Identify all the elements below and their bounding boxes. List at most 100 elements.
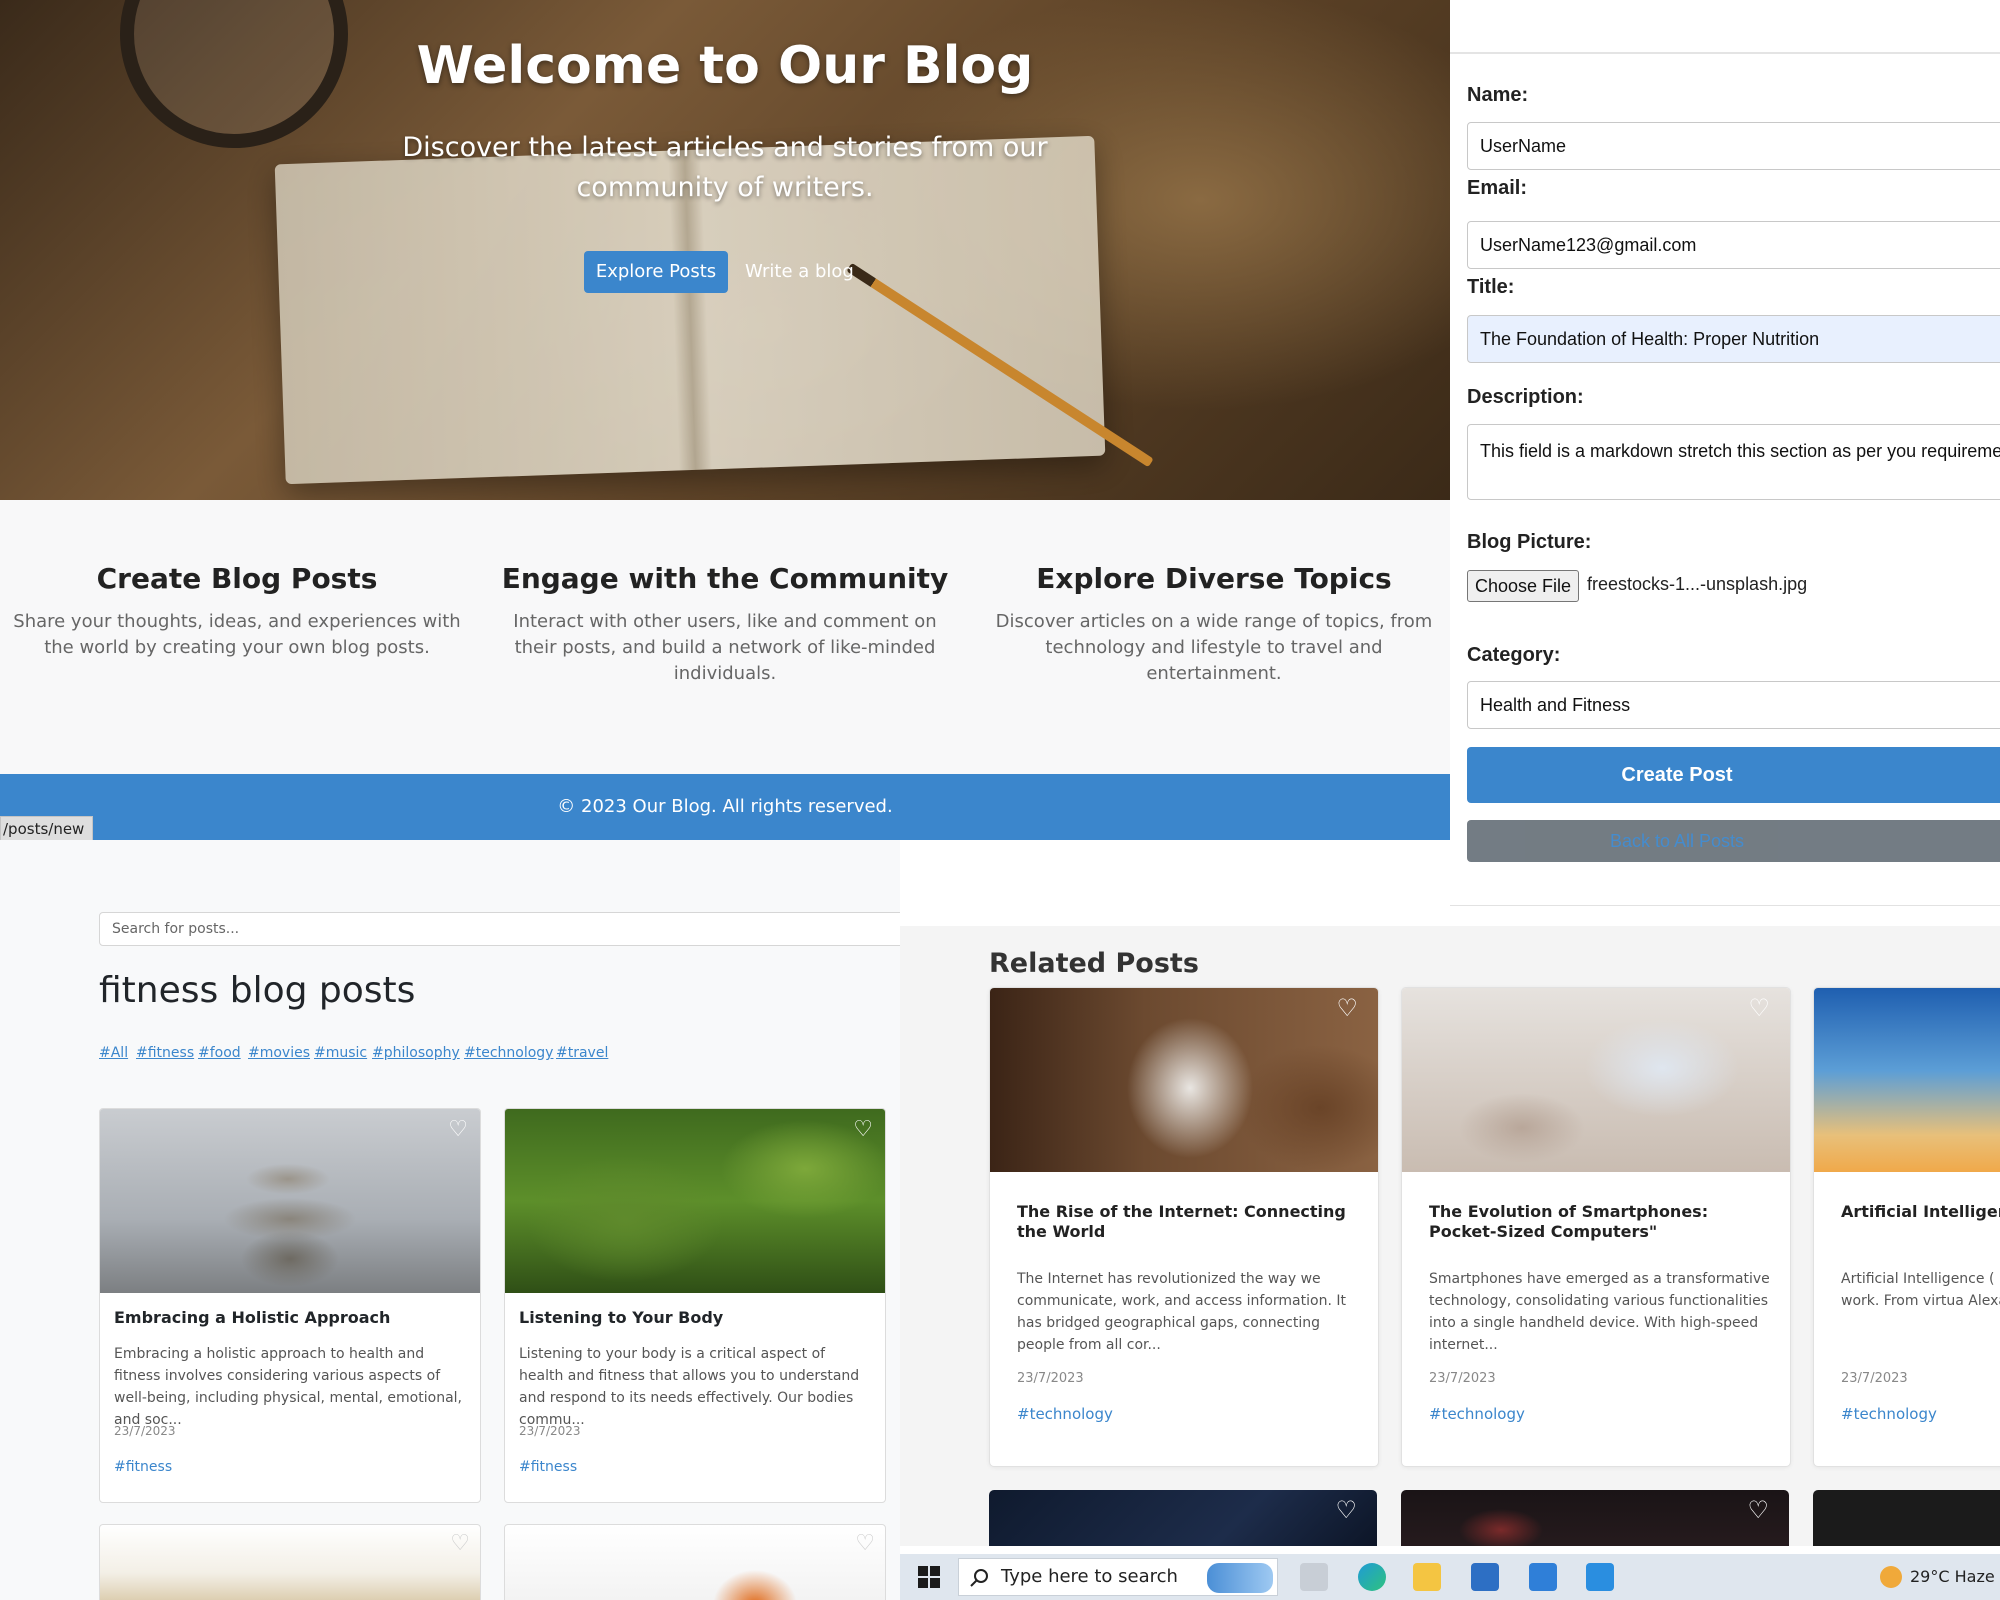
category-select[interactable]: Health and Fitness xyxy=(1467,681,2000,729)
create-post-button[interactable]: Create Post xyxy=(1467,747,2000,803)
description-textarea[interactable]: This field is a markdown stretch this se… xyxy=(1467,424,2000,500)
post-tag[interactable]: #technology xyxy=(1429,1405,1525,1423)
heart-icon[interactable]: ♡ xyxy=(448,1117,468,1142)
vscode-icon[interactable] xyxy=(1586,1563,1614,1591)
post-card[interactable]: ♡ Listening to Your Body Listening to yo… xyxy=(504,1108,886,1503)
tag-music-link[interactable]: #music xyxy=(314,1045,367,1061)
related-post-card[interactable]: ♡ xyxy=(1401,1490,1789,1546)
related-post-card[interactable]: ♡ The Evolution of Smartphones: Pocket-S… xyxy=(1401,987,1791,1467)
feature-engage: Engage with the Community Interact with … xyxy=(495,562,955,687)
post-tag[interactable]: #technology xyxy=(1841,1405,1937,1423)
file-explorer-icon[interactable] xyxy=(1413,1563,1441,1591)
post-date: 23/7/2023 xyxy=(1017,1371,1084,1386)
tag-movies-link[interactable]: #movies xyxy=(248,1045,310,1061)
task-view-icon[interactable] xyxy=(1300,1563,1328,1591)
heart-icon[interactable]: ♡ xyxy=(1747,1496,1769,1524)
feature-text: Share your thoughts, ideas, and experien… xyxy=(13,611,461,658)
fitness-posts-page: Search for posts... fitness blog posts #… xyxy=(0,840,900,1600)
hero-subtitle: Discover the latest articles and stories… xyxy=(402,132,1048,203)
search-posts-input[interactable]: Search for posts... xyxy=(99,912,900,946)
tag-all-link[interactable]: #All xyxy=(99,1045,128,1061)
tag-fitness-link[interactable]: #fitness xyxy=(136,1045,194,1061)
post-excerpt: Embracing a holistic approach to health … xyxy=(114,1346,462,1428)
feature-explore: Explore Diverse Topics Discover articles… xyxy=(984,562,1444,687)
post-title[interactable]: The Rise of the Internet: Connecting the… xyxy=(1017,1202,1362,1242)
microsoft-store-icon[interactable] xyxy=(1471,1563,1499,1591)
sky-image xyxy=(1814,988,2000,1172)
feature-title: Engage with the Community xyxy=(501,562,949,595)
status-bar-url: /posts/new xyxy=(0,816,94,842)
stacked-stones-image xyxy=(100,1109,480,1293)
post-excerpt: Artificial Intelligence ( industries and… xyxy=(1841,1271,2000,1309)
post-title[interactable]: Artificial Intelligenc Future xyxy=(1841,1202,2000,1222)
tag-technology-link[interactable]: #technology xyxy=(464,1045,553,1061)
post-card[interactable]: ♡ Embracing a Holistic Approach Embracin… xyxy=(99,1108,481,1503)
post-excerpt: Smartphones have emerged as a transforma… xyxy=(1429,1271,1770,1353)
description-label: Description: xyxy=(1467,386,1584,408)
computer-desk-image xyxy=(1402,988,1790,1172)
post-title[interactable]: The Evolution of Smartphones: Pocket-Siz… xyxy=(1429,1202,1774,1242)
edge-browser-icon[interactable] xyxy=(1358,1563,1386,1591)
write-blog-link[interactable]: Write a blog xyxy=(745,251,854,293)
related-post-card[interactable] xyxy=(1813,1490,2000,1546)
name-field[interactable]: UserName xyxy=(1467,122,2000,170)
post-date: 23/7/2023 xyxy=(1429,1371,1496,1386)
dolphin-icon xyxy=(1207,1563,1273,1593)
taskbar-search-box[interactable]: Type here to search xyxy=(958,1558,1278,1596)
feature-title: Explore Diverse Topics xyxy=(1036,562,1392,595)
category-label: Category: xyxy=(1467,644,1561,666)
feature-text: Interact with other users, like and comm… xyxy=(513,611,937,684)
post-tag[interactable]: #technology xyxy=(1017,1405,1113,1423)
form-top-bar xyxy=(1450,0,2000,54)
heart-icon[interactable]: ♡ xyxy=(855,1531,875,1556)
selected-file-name: freestocks-1...-unsplash.jpg xyxy=(1587,574,1808,594)
post-date: 23/7/2023 xyxy=(519,1424,581,1438)
page-title: fitness blog posts xyxy=(99,970,416,1011)
post-title[interactable]: Listening to Your Body xyxy=(519,1308,723,1327)
post-date: 23/7/2023 xyxy=(1841,1371,1908,1386)
title-label: Title: xyxy=(1467,276,1515,298)
back-to-posts-button[interactable]: Back to All Posts xyxy=(1467,820,2000,862)
related-posts-section: Related Posts ♡ The Rise of the Internet… xyxy=(900,926,2000,1546)
heart-icon[interactable]: ♡ xyxy=(450,1531,470,1556)
tag-philosophy-link[interactable]: #philosophy xyxy=(372,1045,460,1061)
taskbar-search-placeholder: Type here to search xyxy=(1001,1566,1178,1587)
site-footer: © 2023 Our Blog. All rights reserved. xyxy=(0,774,1450,840)
email-label: Email: xyxy=(1467,177,1528,199)
post-excerpt: The Internet has revolutionized the way … xyxy=(1017,1271,1346,1353)
heart-icon[interactable]: ♡ xyxy=(1335,1496,1357,1524)
related-post-card[interactable]: Artificial Intelligenc Future Artificial… xyxy=(1813,987,2000,1467)
features-section: Create Blog Posts Share your thoughts, i… xyxy=(0,500,1450,774)
related-post-card[interactable]: ♡ xyxy=(989,1490,1377,1546)
post-date: 23/7/2023 xyxy=(114,1424,176,1438)
weather-icon xyxy=(1880,1566,1902,1588)
post-tag[interactable]: #fitness xyxy=(519,1459,577,1475)
post-card[interactable]: ♡ xyxy=(99,1524,481,1600)
feature-text: Discover articles on a wide range of top… xyxy=(995,611,1433,684)
related-posts-title: Related Posts xyxy=(989,948,1199,979)
post-card[interactable]: ♡ xyxy=(504,1524,886,1600)
green-cliff-image xyxy=(505,1109,885,1293)
heart-icon[interactable]: ♡ xyxy=(853,1117,873,1142)
windows-start-icon[interactable] xyxy=(914,1562,944,1592)
mail-icon[interactable] xyxy=(1529,1563,1557,1591)
post-title[interactable]: Embracing a Holistic Approach xyxy=(114,1308,390,1327)
tag-food-link[interactable]: #food xyxy=(198,1045,241,1061)
name-label: Name: xyxy=(1467,84,1529,106)
feature-create: Create Blog Posts Share your thoughts, i… xyxy=(7,562,467,661)
heart-icon[interactable]: ♡ xyxy=(1336,994,1358,1022)
robot-image xyxy=(990,988,1378,1172)
related-post-card[interactable]: ♡ The Rise of the Internet: Connecting t… xyxy=(989,987,1379,1467)
windows-taskbar: Type here to search 29°C Haze xyxy=(900,1554,2000,1600)
choose-file-button[interactable]: Choose File xyxy=(1467,570,1579,602)
heart-icon[interactable]: ♡ xyxy=(1748,994,1770,1022)
email-field[interactable]: UserName123@gmail.com xyxy=(1467,221,2000,269)
tag-travel-link[interactable]: #travel xyxy=(556,1045,608,1061)
post-tag[interactable]: #fitness xyxy=(114,1459,172,1475)
explore-posts-button[interactable]: Explore Posts xyxy=(584,251,728,293)
title-field[interactable]: The Foundation of Health: Proper Nutriti… xyxy=(1467,315,2000,363)
blog-picture-label: Blog Picture: xyxy=(1467,531,1592,553)
post-excerpt: Listening to your body is a critical asp… xyxy=(519,1346,860,1428)
hero-title: Welcome to Our Blog xyxy=(416,36,1034,96)
feature-title: Create Blog Posts xyxy=(96,562,378,595)
